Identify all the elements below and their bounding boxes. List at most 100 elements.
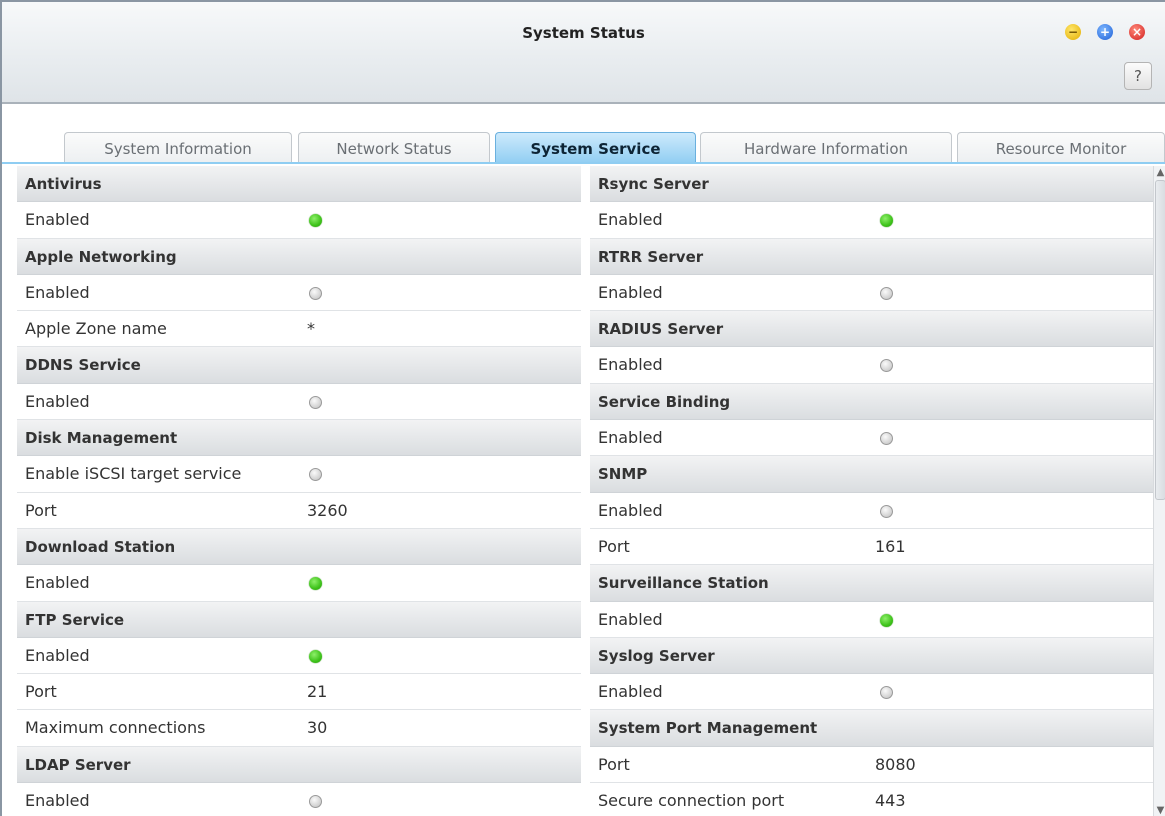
row-label: Enabled bbox=[598, 355, 663, 375]
gray-dot-icon bbox=[880, 686, 893, 700]
table-row: Port 21 bbox=[17, 674, 581, 711]
row-label: Enabled bbox=[598, 682, 663, 702]
section-title: Disk Management bbox=[25, 429, 178, 448]
section-header-system-port-management: System Port Management bbox=[590, 710, 1153, 747]
row-value: 8080 bbox=[875, 754, 916, 774]
section-header-service-binding: Service Binding bbox=[590, 383, 1153, 421]
row-label: Port bbox=[598, 536, 630, 556]
green-dot-icon bbox=[309, 649, 322, 663]
row-label: Port bbox=[25, 682, 57, 702]
section-header-syslog-server: Syslog Server bbox=[590, 637, 1153, 675]
table-row: Secure connection port 443 bbox=[590, 783, 1153, 816]
gray-dot-icon bbox=[309, 395, 322, 409]
row-label: Enabled bbox=[598, 282, 663, 302]
table-row: Enabled bbox=[17, 384, 581, 421]
vertical-scrollbar[interactable]: ▲ ▼ bbox=[1153, 166, 1165, 816]
gray-dot-icon bbox=[309, 468, 322, 482]
section-header-snmp: SNMP bbox=[590, 456, 1153, 493]
section-title: FTP Service bbox=[25, 610, 125, 629]
section-title: Apple Networking bbox=[25, 247, 177, 266]
section-title: SNMP bbox=[598, 465, 648, 484]
section-title: Surveillance Station bbox=[598, 574, 769, 593]
gray-dot-icon bbox=[880, 359, 893, 373]
green-dot-icon bbox=[309, 214, 322, 228]
section-title: Service Binding bbox=[598, 392, 731, 411]
section-header-rsync-server: Rsync Server bbox=[590, 166, 1153, 203]
section-header-radius-server: RADIUS Server bbox=[590, 311, 1153, 348]
row-value: 161 bbox=[875, 536, 906, 556]
section-title: System Port Management bbox=[598, 719, 818, 738]
scroll-down-icon[interactable]: ▼ bbox=[1154, 804, 1165, 816]
green-dot-icon bbox=[309, 577, 322, 591]
row-value: * bbox=[307, 319, 315, 339]
gray-dot-icon bbox=[880, 504, 893, 518]
system-status-window: System Status − + × ? System Information… bbox=[0, 0, 1165, 816]
row-value: 3260 bbox=[307, 500, 348, 520]
green-dot-icon bbox=[880, 214, 893, 228]
tab-bar: System Information Network Status System… bbox=[2, 104, 1165, 164]
tab-underline bbox=[2, 162, 1165, 164]
section-title: DDNS Service bbox=[25, 356, 141, 375]
table-row: Port 161 bbox=[590, 529, 1153, 566]
row-label: Enabled bbox=[598, 210, 663, 230]
table-row: Enabled bbox=[17, 783, 581, 816]
row-label: Enable iSCSI target service bbox=[25, 464, 242, 484]
row-label: Enabled bbox=[598, 500, 663, 520]
tab-system-service[interactable]: System Service bbox=[495, 132, 696, 164]
tab-system-information[interactable]: System Information bbox=[64, 132, 292, 164]
table-row: Enabled bbox=[17, 275, 581, 312]
gray-dot-icon bbox=[880, 432, 893, 446]
tab-network-status[interactable]: Network Status bbox=[298, 132, 490, 164]
row-label: Enabled bbox=[598, 428, 663, 448]
row-label: Enabled bbox=[598, 609, 663, 629]
service-column-left: Antivirus Enabled Apple Networking Enabled A… bbox=[17, 166, 581, 816]
table-row: Enable iSCSI target service bbox=[17, 456, 581, 493]
section-header-apple-networking: Apple Networking bbox=[17, 238, 581, 275]
tab-hardware-information[interactable]: Hardware Information bbox=[700, 132, 952, 164]
gray-dot-icon bbox=[880, 286, 893, 300]
row-label: Maximum connections bbox=[25, 718, 206, 738]
section-header-rtrr-server: RTRR Server bbox=[590, 238, 1153, 275]
close-icon[interactable]: × bbox=[1129, 24, 1145, 40]
section-header-ldap-server: LDAP Server bbox=[17, 746, 581, 784]
gray-dot-icon bbox=[309, 795, 322, 809]
table-row: Enabled bbox=[590, 275, 1153, 312]
section-title: Download Station bbox=[25, 537, 176, 556]
section-title: RADIUS Server bbox=[598, 320, 724, 339]
row-label: Enabled bbox=[25, 791, 90, 811]
minimize-icon[interactable]: − bbox=[1065, 24, 1081, 40]
row-value: 443 bbox=[875, 791, 906, 811]
section-header-ftp-service: FTP Service bbox=[17, 601, 581, 638]
section-title: Syslog Server bbox=[598, 646, 715, 665]
scrollbar-thumb[interactable] bbox=[1155, 180, 1165, 500]
section-header-surveillance-station: Surveillance Station bbox=[590, 565, 1153, 602]
table-row: Enabled bbox=[17, 565, 581, 602]
section-title: Antivirus bbox=[25, 175, 102, 193]
help-button[interactable]: ? bbox=[1124, 62, 1152, 90]
scroll-up-icon[interactable]: ▲ bbox=[1154, 166, 1165, 180]
section-header-antivirus: Antivirus bbox=[17, 166, 581, 203]
row-label: Port bbox=[598, 754, 630, 774]
table-row: Enabled bbox=[590, 202, 1153, 239]
row-label: Enabled bbox=[25, 573, 90, 593]
table-row: Enabled bbox=[17, 638, 581, 675]
section-title: LDAP Server bbox=[25, 755, 131, 774]
gray-dot-icon bbox=[309, 286, 322, 300]
row-label: Enabled bbox=[25, 391, 90, 411]
service-column-right: Rsync Server Enabled RTRR Server Enabled RAD… bbox=[590, 166, 1153, 816]
title-bar: System Status − + × ? bbox=[2, 2, 1165, 104]
table-row: Maximum connections 30 bbox=[17, 710, 581, 747]
table-row: Port 3260 bbox=[17, 493, 581, 529]
row-value: 30 bbox=[307, 718, 328, 738]
table-row: Apple Zone name * bbox=[17, 311, 581, 348]
tab-resource-monitor[interactable]: Resource Monitor bbox=[957, 132, 1165, 164]
section-header-download-station: Download Station bbox=[17, 528, 581, 566]
row-label: Enabled bbox=[25, 210, 90, 230]
row-label: Apple Zone name bbox=[25, 319, 167, 339]
maximize-icon[interactable]: + bbox=[1097, 24, 1113, 40]
section-title: Rsync Server bbox=[598, 175, 709, 193]
section-header-ddns-service: DDNS Service bbox=[17, 347, 581, 384]
table-row: Port 8080 bbox=[590, 747, 1153, 784]
service-list: Antivirus Enabled Apple Networking Enabled A… bbox=[2, 166, 1153, 816]
table-row: Enabled bbox=[590, 347, 1153, 384]
